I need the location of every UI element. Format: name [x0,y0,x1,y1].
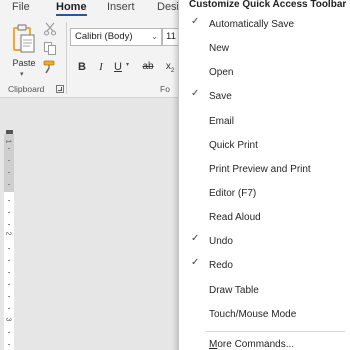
font-name-value: Calibri (Body) [75,31,133,42]
ruler-tick [8,148,10,149]
menu-item-open[interactable]: Open [179,61,350,85]
format-painter-icon [43,60,55,74]
menu-item-touch-mouse-mode[interactable]: Touch/Mouse Mode [179,303,350,327]
format-painter-button[interactable] [43,60,57,74]
tab-file[interactable]: File [12,0,30,16]
group-divider [66,22,67,94]
ruler-tick [8,248,10,249]
menu-item-editor[interactable]: Editor (F7) [179,182,350,206]
menu-item-redo[interactable]: ✓ Redo [179,254,350,278]
indent-marker-icon[interactable] [6,130,13,134]
checkmark-icon: ✓ [191,16,200,27]
menu-item-label: Save [209,91,232,102]
menu-item-more-commands[interactable]: More Commands... [179,333,350,350]
underline-dropdown-icon[interactable]: ▾ [126,61,129,68]
ruler-tick [8,224,10,225]
menu-item-label: Quick Print [209,140,258,151]
menu-separator [205,331,345,332]
menu-item-label: Read Aloud [209,212,261,223]
menu-item-label: Automatically Save [209,19,295,30]
menu-item-label: Editor (F7) [209,188,257,199]
ruler-tick [8,308,10,309]
menu-item-label: Touch/Mouse Mode [209,309,297,320]
checkmark-icon: ✓ [191,233,200,244]
vertical-ruler[interactable]: 1 2 3 [0,104,20,350]
menu-item-label: New [209,43,230,54]
ruler-tick [8,184,10,185]
cut-button[interactable] [43,22,57,36]
ruler-tick [8,212,10,213]
menu-item-label: More Commands... [209,339,294,350]
menu-item-label: Print Preview and Print [209,164,311,175]
ruler-tick [8,160,10,161]
tab-design[interactable]: Desi [157,0,179,16]
menu-item-label: Undo [209,236,233,247]
paste-button[interactable]: Paste ▾ [8,22,40,78]
menu-item-undo[interactable]: ✓ Undo [179,230,350,254]
ruler-tick [8,296,10,297]
menu-item-label: Redo [209,260,233,271]
font-name-combobox[interactable]: Calibri (Body) ⌄ [70,28,162,46]
copy-icon [44,42,56,55]
italic-button[interactable]: I [96,60,106,74]
menu-item-print-preview[interactable]: Print Preview and Print [179,158,350,182]
menu-item-new[interactable]: New [179,37,350,61]
ruler-number: 1 [4,139,12,144]
menu-item-read-aloud[interactable]: Read Aloud [179,206,350,230]
scissors-icon [43,22,57,36]
menu-item-email[interactable]: Email [179,110,350,134]
clipboard-group-label: Clipboard [8,84,45,94]
ruler-tick [8,332,10,333]
ruler-tick [8,260,10,261]
ruler-tick [8,272,10,273]
menu-item-save[interactable]: ✓ Save [179,85,350,109]
tab-insert[interactable]: Insert [107,0,135,16]
font-size-value: 11 [166,31,176,42]
strikethrough-button[interactable]: ab [141,60,155,74]
menu-item-draw-table[interactable]: Draw Table [179,279,350,303]
paste-icon [13,24,35,53]
clipboard-dialog-launcher-icon[interactable] [56,85,64,93]
more-commands-text: ore Commands... [217,339,295,350]
ruler-number: 2 [4,231,12,236]
paste-label: Paste [12,58,36,68]
ruler-tick [8,344,10,345]
menu-item-quick-print[interactable]: Quick Print [179,134,350,158]
menu-item-label: Open [209,67,234,78]
paste-dropdown-icon[interactable]: ▾ [20,70,24,78]
menu-title: Customize Quick Access Toolbar [189,0,347,10]
chevron-down-icon[interactable]: ⌄ [151,29,158,45]
ruler-tick [8,172,10,173]
copy-button[interactable] [43,41,57,55]
subscript-button[interactable]: x2 [163,60,177,74]
underline-button[interactable]: U [113,60,123,74]
checkmark-icon: ✓ [191,257,200,268]
ruler-tick [8,200,10,201]
ruler-tick [8,284,10,285]
customize-qat-menu: Customize Quick Access Toolbar ✓ Automat… [178,0,350,350]
menu-item-automatically-save[interactable]: ✓ Automatically Save [179,13,350,37]
font-group-label: Fo [160,84,170,94]
tab-home[interactable]: Home [56,0,87,16]
menu-item-label: Email [209,116,235,127]
subscript-digit: 2 [170,68,175,74]
bold-button[interactable]: B [77,60,87,74]
checkmark-icon: ✓ [191,88,200,99]
ruler-number: 3 [4,317,12,322]
menu-item-label: Draw Table [209,285,259,296]
